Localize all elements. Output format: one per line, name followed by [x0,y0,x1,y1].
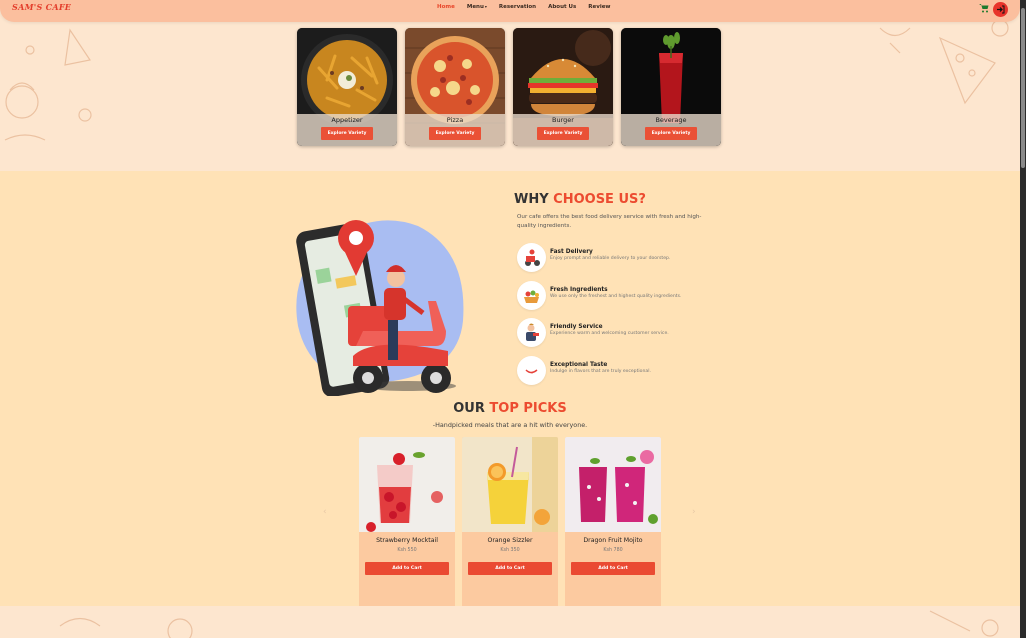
scrollbar-thumb[interactable] [1021,8,1025,168]
feature-description: Experience warm and welcoming customer s… [550,331,669,336]
friendly-service-icon [517,318,546,347]
nav-link-review[interactable]: Review [588,4,610,10]
feature-title: Fresh Ingredients [550,287,608,293]
pizza-doodle-right [879,19,1009,105]
category-card-appetizer[interactable]: Appetizer Explore Variety [297,28,397,146]
why-choose-us-title: WHY CHOOSE US? [514,192,646,207]
feature-text: Fresh Ingredients We use only the freshe… [550,287,681,299]
feature-friendly-service: Friendly Service Experience warm and wel… [517,318,669,347]
product-name: Orange Sizzler [487,537,533,544]
title-accent: CHOOSE US? [553,192,646,207]
product-name: Strawberry Mocktail [376,537,438,544]
feature-title: Exceptional Taste [550,362,608,368]
delivery-icon [517,243,546,272]
explore-variety-button[interactable]: Explore Variety [429,127,481,140]
category-cards: Appetizer Explore Variety Pizza Explore … [297,28,721,146]
scrollbar[interactable] [1020,0,1026,638]
category-card-burger[interactable]: Burger Explore Variety [513,28,613,146]
nav-link-menu[interactable]: Menu▾ [467,4,487,10]
delivery-illustration [296,220,464,396]
carousel-prev-icon[interactable]: ‹ [323,507,327,517]
category-overlay: Pizza Explore Variety [405,114,505,146]
why-description: Our cafe offers the best food delivery s… [517,214,702,229]
dragon-fruit-mojito-image [565,437,661,532]
explore-variety-button[interactable]: Explore Variety [537,127,589,140]
category-name: Appetizer [331,116,363,124]
product-card: Strawberry Mocktail Ksh 550 Add to Cart [359,437,455,613]
title-prefix: WHY [514,192,554,207]
add-to-cart-button[interactable]: Add to Cart [571,562,655,575]
login-icon[interactable] [993,2,1008,17]
fresh-ingredients-icon [517,281,546,310]
feature-description: We use only the freshest and highest qua… [550,294,682,299]
feature-description: Indulge in flavors that are truly except… [550,369,651,374]
cart-icon[interactable] [979,3,991,15]
top-picks-title: OUR TOP PICKS [0,401,1020,416]
category-overlay: Beverage Explore Variety [621,114,721,146]
taste-icon [517,356,546,385]
feature-exceptional-taste: Exceptional Taste Indulge in flavors tha… [517,356,651,385]
nav-links: Home Menu▾ Reservation About Us Review [437,4,611,10]
product-card: Dragon Fruit Mojito Ksh 780 Add to Cart [565,437,661,613]
category-name: Pizza [446,116,464,124]
footer-doodle [59,610,999,638]
category-name: Beverage [655,116,687,124]
orange-sizzler-image [462,437,558,532]
add-to-cart-button[interactable]: Add to Cart [468,562,552,575]
strawberry-mocktail-image [359,437,455,532]
top-picks-carousel: Strawberry Mocktail Ksh 550 Add to Cart … [359,437,661,613]
category-overlay: Burger Explore Variety [513,114,613,146]
food-doodle-left [4,28,92,141]
feature-title: Friendly Service [550,324,603,330]
footer-strip [0,606,1020,638]
nav-link-about-us[interactable]: About Us [548,4,576,10]
nav-link-reservation[interactable]: Reservation [499,4,536,10]
title-accent: TOP PICKS [489,401,567,416]
category-card-pizza[interactable]: Pizza Explore Variety [405,28,505,146]
carousel-next-icon[interactable]: › [692,507,696,517]
feature-description: Enjoy prompt and reliable delivery to yo… [550,256,671,261]
navbar: SAM'S CAFE Home Menu▾ Reservation About … [0,0,1020,22]
product-price: Ksh 350 [500,548,520,553]
product-name: Dragon Fruit Mojito [583,537,643,544]
category-name: Burger [552,116,574,124]
title-prefix: OUR [453,401,490,416]
explore-variety-button[interactable]: Explore Variety [321,127,373,140]
feature-text: Friendly Service Experience warm and wel… [550,324,669,336]
feature-title: Fast Delivery [550,249,593,255]
feature-text: Exceptional Taste Indulge in flavors tha… [550,362,651,374]
add-to-cart-button[interactable]: Add to Cart [365,562,449,575]
chevron-down-icon: ▾ [484,4,487,9]
product-price: Ksh 550 [397,548,417,553]
feature-text: Fast Delivery Enjoy prompt and reliable … [550,249,670,261]
product-card: Orange Sizzler Ksh 350 Add to Cart [462,437,558,613]
top-picks-subtitle: -Handpicked meals that are a hit with ev… [432,421,588,429]
explore-variety-button[interactable]: Explore Variety [645,127,697,140]
category-card-beverage[interactable]: Beverage Explore Variety [621,28,721,146]
product-price: Ksh 780 [603,548,623,553]
feature-fresh-ingredients: Fresh Ingredients We use only the freshe… [517,281,681,310]
category-overlay: Appetizer Explore Variety [297,114,397,146]
feature-fast-delivery: Fast Delivery Enjoy prompt and reliable … [517,243,670,272]
logo[interactable]: SAM'S CAFE [12,2,71,12]
nav-link-home[interactable]: Home [437,4,455,10]
nav-link-menu-label: Menu [466,4,484,10]
